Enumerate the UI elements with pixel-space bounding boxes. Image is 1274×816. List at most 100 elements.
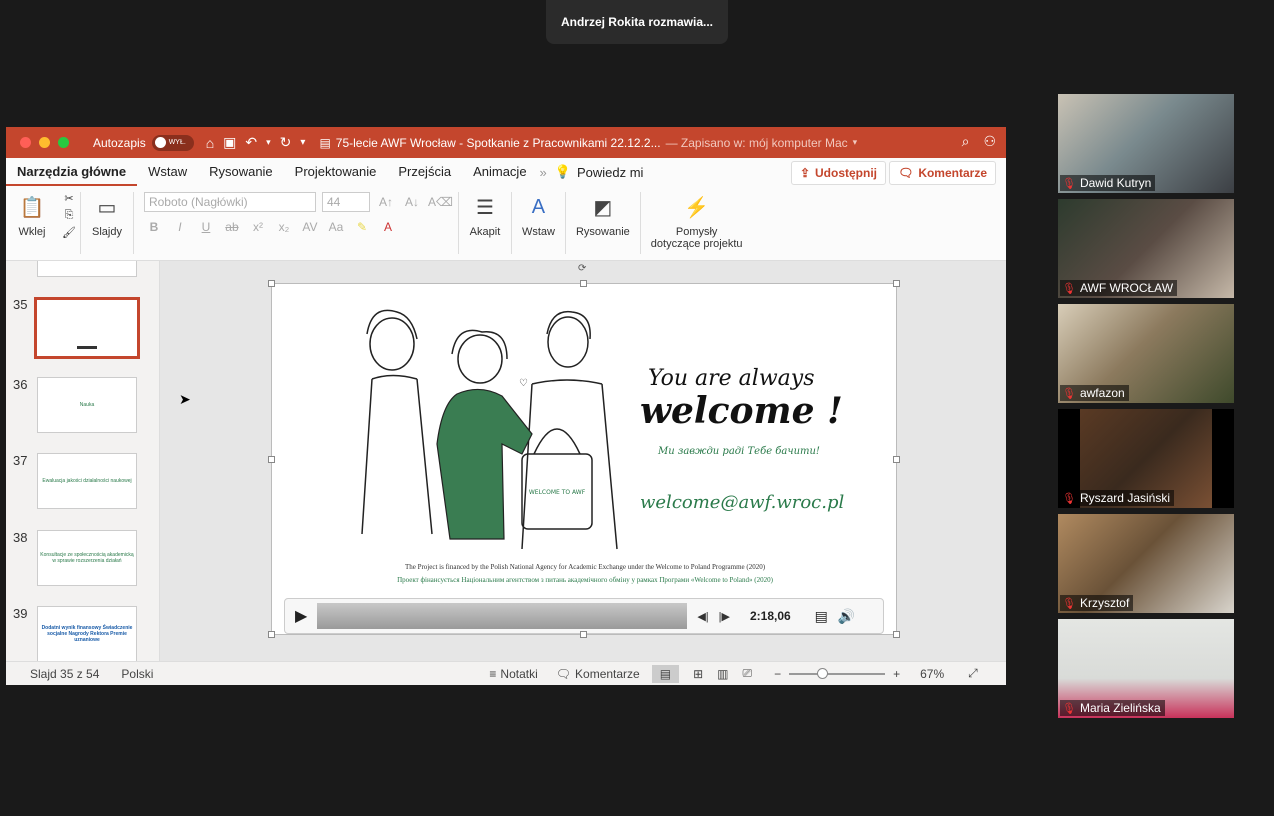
drawing-group[interactable]: ◩ Rysowanie: [566, 192, 640, 239]
share-button[interactable]: ⇪ Udostępnij: [790, 161, 886, 185]
rotate-handle-icon[interactable]: ⟳: [578, 263, 586, 274]
bold-icon[interactable]: B: [144, 220, 164, 234]
highlight-icon[interactable]: ✎: [352, 220, 372, 234]
play-icon[interactable]: ▶: [295, 606, 307, 626]
skip-forward-icon[interactable]: |▶: [719, 610, 730, 623]
strikethrough-icon[interactable]: ab: [222, 220, 242, 234]
tell-me[interactable]: 💡 Powiedz mi: [555, 164, 644, 180]
tab-transitions[interactable]: Przejścia: [387, 158, 462, 186]
slide-number: 37: [13, 453, 28, 468]
subscript-icon[interactable]: x₂: [274, 220, 294, 234]
redo-icon[interactable]: ↻: [280, 134, 292, 151]
zoom-level[interactable]: 67%: [920, 667, 944, 681]
decrease-font-icon[interactable]: A↓: [402, 195, 422, 209]
status-comments-button[interactable]: 🗨 Komentarze: [556, 667, 640, 681]
insert-group[interactable]: A Wstaw: [512, 192, 565, 239]
fit-to-window-icon[interactable]: ⤢: [968, 666, 978, 681]
zoom-window-button[interactable]: [58, 137, 69, 148]
italic-icon[interactable]: I: [170, 220, 190, 234]
tab-home[interactable]: Narzędzia główne: [6, 158, 138, 186]
reading-view-icon[interactable]: ▥: [717, 667, 728, 681]
participant-name: Dawid Kutryn: [1079, 176, 1152, 190]
chevron-down-icon[interactable]: ▾: [266, 137, 271, 148]
chevron-down-icon[interactable]: ▾: [853, 137, 858, 148]
participant-tile[interactable]: 🎙 Dawid Kutryn: [1058, 94, 1234, 193]
tab-design[interactable]: Projektowanie: [284, 158, 388, 186]
change-case-icon[interactable]: Aa: [326, 220, 346, 234]
resize-handle[interactable]: [268, 456, 275, 463]
autosave: Autozapis WYŁ.: [93, 134, 194, 151]
cut-icon[interactable]: ✂: [64, 192, 73, 205]
slide-number: 38: [13, 530, 28, 545]
paragraph-group[interactable]: ☰ Akapit: [459, 192, 511, 239]
slide-thumbnail[interactable]: Dodatni wynik finansowy Świadczenie socj…: [37, 606, 137, 661]
paste-group[interactable]: 📋 Wklej: [6, 192, 58, 239]
slide-thumbnails-pane[interactable]: 35 36 Nauka 37 Ewaluacja jakości działal…: [6, 261, 160, 661]
tab-animations[interactable]: Animacje: [462, 158, 537, 186]
language[interactable]: Polski: [121, 667, 153, 681]
current-slide[interactable]: WELCOME TO AWF ♡ You are always welcome …: [271, 283, 897, 635]
increase-font-icon[interactable]: A↑: [376, 195, 396, 209]
resize-handle[interactable]: [893, 280, 900, 287]
undo-icon[interactable]: ↶: [245, 134, 257, 151]
format-painter-icon[interactable]: 🖌: [62, 226, 76, 239]
minimize-window-button[interactable]: [39, 137, 50, 148]
participant-name-tag: 🎙 Krzysztof: [1060, 595, 1134, 611]
slide-thumbnail-selected[interactable]: [34, 297, 140, 359]
save-icon[interactable]: ▣: [223, 134, 236, 151]
designer-group[interactable]: ⚡ Pomysły dotyczące projektu: [641, 192, 753, 251]
resize-handle[interactable]: [268, 631, 275, 638]
resize-handle[interactable]: [580, 631, 587, 638]
underline-icon[interactable]: U: [196, 220, 216, 234]
volume-icon[interactable]: 🔊: [838, 608, 855, 625]
normal-view-icon[interactable]: ▤: [651, 664, 680, 683]
slideshow-icon[interactable]: ⎚: [742, 666, 752, 681]
font-color-icon[interactable]: A: [378, 220, 398, 234]
search-icon[interactable]: ⌕: [962, 133, 970, 150]
zoom-out-icon[interactable]: −: [774, 667, 781, 681]
resize-handle[interactable]: [893, 631, 900, 638]
zoom-slider[interactable]: [789, 667, 886, 679]
slide-thumbnail[interactable]: Nauka: [37, 377, 137, 433]
slide-thumbnail[interactable]: Ewaluacja jakości działalności naukowej: [37, 453, 137, 509]
skip-back-icon[interactable]: ◀|: [697, 610, 708, 623]
participant-tile[interactable]: 🎙 Ryszard Jasiński: [1058, 409, 1234, 508]
copy-icon[interactable]: ⎘: [65, 209, 74, 222]
zoom-slider-knob[interactable]: [817, 667, 829, 679]
char-spacing-icon[interactable]: AV: [300, 220, 320, 234]
slide-thumbnail[interactable]: [37, 261, 137, 277]
font-name-select[interactable]: Roboto (Nagłówki): [143, 192, 316, 212]
participant-tile[interactable]: 🎙 awfazon: [1058, 304, 1234, 403]
font-size-select[interactable]: 44: [321, 192, 370, 212]
resize-handle[interactable]: [580, 280, 587, 287]
home-icon[interactable]: ⌂: [206, 135, 214, 151]
format-row: B I U ab x² x₂ AV Aa ✎ A: [144, 220, 448, 234]
notes-icon: ≡: [489, 666, 497, 681]
participant-tile[interactable]: 🎙 Krzysztof: [1058, 514, 1234, 613]
participant-tile[interactable]: 🎙 Maria Zielińska: [1058, 619, 1234, 718]
video-progress-bar[interactable]: [317, 603, 688, 629]
slides-group[interactable]: ▭ Slajdy: [81, 192, 133, 239]
customize-toolbar-icon[interactable]: ▾: [300, 137, 305, 148]
captions-icon[interactable]: ▤: [815, 608, 828, 625]
zoom-in-icon[interactable]: +: [893, 667, 900, 681]
save-location[interactable]: — Zapisano w: mój komputer Mac: [666, 136, 848, 150]
tab-insert[interactable]: Wstaw: [137, 158, 198, 186]
participant-name-tag: 🎙 awfazon: [1060, 385, 1129, 401]
resize-handle[interactable]: [268, 280, 275, 287]
superscript-icon[interactable]: x²: [248, 220, 268, 234]
clear-format-icon[interactable]: A⌫: [428, 195, 453, 209]
comments-button[interactable]: 🗨 Komentarze: [889, 161, 996, 185]
share-people-icon[interactable]: ⚇: [983, 133, 996, 150]
slide-canvas: ➤ WELCOME TO AWF ♡ You are always welcom…: [161, 261, 1006, 661]
notes-button[interactable]: ≡ Notatki: [489, 667, 537, 681]
status-bar: Slajd 35 z 54 Polski ≡ Notatki 🗨 Komenta…: [6, 661, 1006, 685]
resize-handle[interactable]: [893, 456, 900, 463]
tab-draw[interactable]: Rysowanie: [198, 158, 284, 186]
slide-sorter-icon[interactable]: ⊞: [693, 667, 703, 681]
autosave-toggle[interactable]: WYŁ.: [151, 134, 194, 151]
slide-thumbnail[interactable]: Konsultacje ze społecznością akademicką …: [37, 530, 137, 586]
participant-tile[interactable]: 🎙 AWF WROCŁAW: [1058, 199, 1234, 298]
more-tabs-icon[interactable]: »: [540, 165, 547, 180]
close-window-button[interactable]: [20, 137, 31, 148]
